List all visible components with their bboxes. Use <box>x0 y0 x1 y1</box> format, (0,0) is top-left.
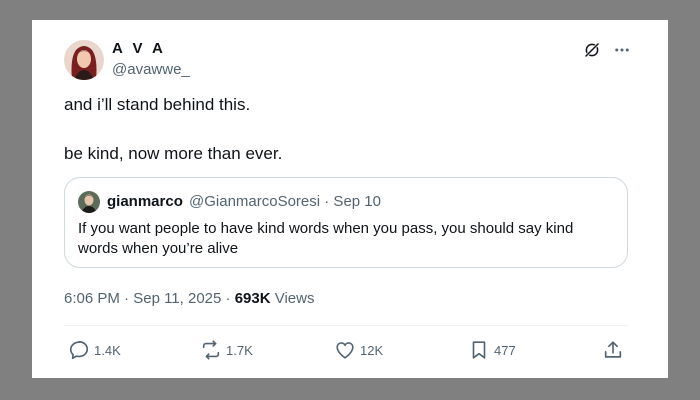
tweet-meta: 6:06 PM · Sep 11, 2025 · 693K Views <box>64 290 314 307</box>
heart-icon <box>334 339 356 361</box>
bookmark-icon <box>468 339 490 361</box>
quoted-avatar[interactable] <box>78 191 100 213</box>
quoted-text: If you want people to have kind words wh… <box>78 220 574 257</box>
quoted-tweet[interactable]: gianmarco @GianmarcoSoresi · Sep 10 If y… <box>64 177 628 268</box>
tweet-time[interactable]: 6:06 PM <box>64 290 120 307</box>
views-count: 693K <box>234 290 271 307</box>
reply-icon <box>68 339 90 361</box>
tweet-card: A V A @avawwe_ and i’ll stand behind thi… <box>32 20 668 378</box>
repost-button[interactable]: 1.7K <box>200 338 253 362</box>
quoted-display-name[interactable]: gianmarco <box>107 193 183 210</box>
meta-separator: · <box>225 290 231 307</box>
bookmark-count: 477 <box>494 342 516 358</box>
avatar[interactable] <box>64 40 104 80</box>
bookmark-button[interactable]: 477 <box>468 338 516 362</box>
share-button[interactable] <box>602 338 624 362</box>
display-name[interactable]: A V A <box>112 40 166 57</box>
like-button[interactable]: 12K <box>334 338 383 362</box>
divider <box>64 325 628 326</box>
more-icon[interactable] <box>610 38 634 62</box>
meta-separator: · <box>124 290 130 307</box>
repost-icon <box>200 339 222 361</box>
user-handle[interactable]: @avawwe_ <box>112 61 190 78</box>
reply-count: 1.4K <box>94 342 121 358</box>
tweet-text-line-1: and i’ll stand behind this. <box>64 95 251 114</box>
tweet-text-line-2: be kind, now more than ever. <box>64 144 283 163</box>
like-count: 12K <box>360 342 384 358</box>
grok-icon[interactable] <box>580 38 604 62</box>
reply-button[interactable]: 1.4K <box>68 338 121 362</box>
quoted-handle-date[interactable]: @GianmarcoSoresi · Sep 10 <box>189 193 381 210</box>
views-label: Views <box>274 290 315 307</box>
tweet-date[interactable]: Sep 11, 2025 <box>133 290 221 307</box>
share-icon <box>602 339 624 361</box>
repost-count: 1.7K <box>226 342 253 358</box>
